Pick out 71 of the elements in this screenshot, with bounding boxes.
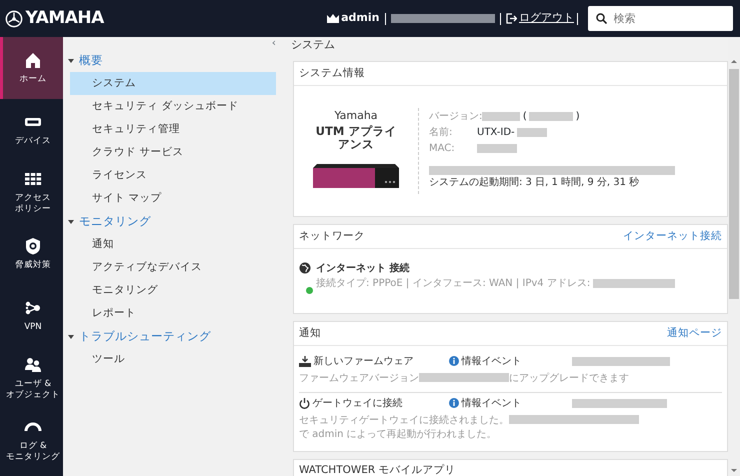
page-title: システム (290, 37, 336, 53)
text-part: セキュリティゲートウェイに接続されました。 (299, 414, 509, 428)
text-part: UTX-ID- (477, 126, 515, 140)
search-icon (596, 13, 606, 24)
nav-section-title[interactable]: 概要 (79, 52, 103, 70)
nav-item[interactable]: セキュリティ ダッシュボード (70, 95, 276, 118)
rail-item[interactable]: アクセス ポリシー (0, 161, 63, 223)
rail-item[interactable]: ユーザ & オブジェクト (0, 347, 63, 409)
notification-title: ゲートウェイに接続 (312, 396, 402, 411)
rail-item[interactable]: VPN (0, 285, 63, 347)
caret-icon[interactable] (68, 58, 74, 62)
rail-item[interactable]: デバイス (0, 99, 63, 161)
text-part: ファームウェアバージョン (299, 372, 419, 386)
nav-section-title[interactable]: トラブルシューティング (79, 328, 211, 346)
search-field[interactable]: 検索 (588, 6, 732, 31)
nav-item[interactable]: システム (70, 72, 276, 95)
card-title: システム情報 (299, 66, 365, 81)
crown-icon (326, 14, 339, 23)
caret-icon[interactable] (68, 334, 74, 338)
product-model: UTM アプライアンス (314, 124, 398, 152)
notification-title: 新しいファームウェア (314, 354, 414, 369)
nav-item[interactable]: アクティブなデバイス (70, 256, 276, 279)
logout-link[interactable]: ログアウト (519, 10, 574, 27)
connection-name: インターネット 接続 (316, 262, 410, 276)
brand-name: YAMAHA (26, 6, 104, 30)
text-part: ( (522, 110, 527, 124)
nav-section-title[interactable]: モニタリング (79, 212, 151, 230)
caret-icon[interactable] (68, 220, 74, 224)
shield-icon (24, 237, 42, 256)
card-title: WATCHTOWER モバイルアプリ (299, 463, 456, 476)
users-icon (24, 356, 42, 374)
collapse-button[interactable]: ‹ (272, 37, 276, 49)
download-icon (299, 356, 311, 367)
redacted-block (529, 112, 574, 120)
nav-item[interactable]: レポート (70, 302, 276, 325)
nav-item[interactable]: ライセンス (70, 164, 276, 187)
nav-item[interactable]: ツール (70, 348, 276, 371)
nav-item[interactable]: サイト マップ (70, 187, 276, 210)
card-link[interactable]: 通知ページ (667, 326, 722, 342)
rail-item[interactable]: ホーム (0, 37, 63, 99)
info-icon (449, 398, 459, 408)
text-part: で admin によって再起動が行われました。 (299, 428, 497, 442)
event-type: 情報イベント (462, 354, 522, 369)
power-icon (299, 398, 310, 409)
card-link[interactable]: インターネット接続 (623, 228, 722, 244)
nav-item[interactable]: モニタリング (70, 279, 276, 302)
nav-item[interactable]: セキュリティ管理 (70, 118, 276, 141)
connection-details: 接続タイプ: PPPoE | インタフェース: WAN | IPv4 アドレス: (316, 276, 590, 292)
text-part: にアップグレードできます (509, 372, 629, 386)
user-name: admin (341, 10, 380, 26)
event-type: 情報イベント (462, 396, 522, 411)
logout-icon (506, 13, 516, 24)
card-title: 通知 (299, 326, 321, 341)
field-label: バージョン: (429, 110, 482, 124)
nav-item[interactable]: 通知 (70, 233, 276, 256)
product-brand: Yamaha (334, 108, 378, 124)
globe-icon (299, 262, 311, 274)
rail-item[interactable]: 脅威対策 (0, 223, 63, 285)
redacted-block (477, 144, 517, 152)
field-label: 名前: (429, 126, 454, 140)
logo-icon (5, 10, 23, 28)
home-icon (24, 51, 42, 70)
rail-item[interactable]: ログ & モニタリング (0, 409, 63, 471)
uptime-text: システムの起動期間: 3 日, 1 時間, 9 分, 31 秒 (429, 176, 640, 190)
redacted-block (482, 112, 520, 120)
text-part: ) (576, 110, 580, 124)
nav-item[interactable]: クラウド サービス (70, 141, 276, 164)
redacted-block (517, 128, 548, 136)
card-title: ネットワーク (299, 228, 365, 244)
info-icon (449, 356, 459, 366)
field-label: MAC: (429, 142, 456, 156)
